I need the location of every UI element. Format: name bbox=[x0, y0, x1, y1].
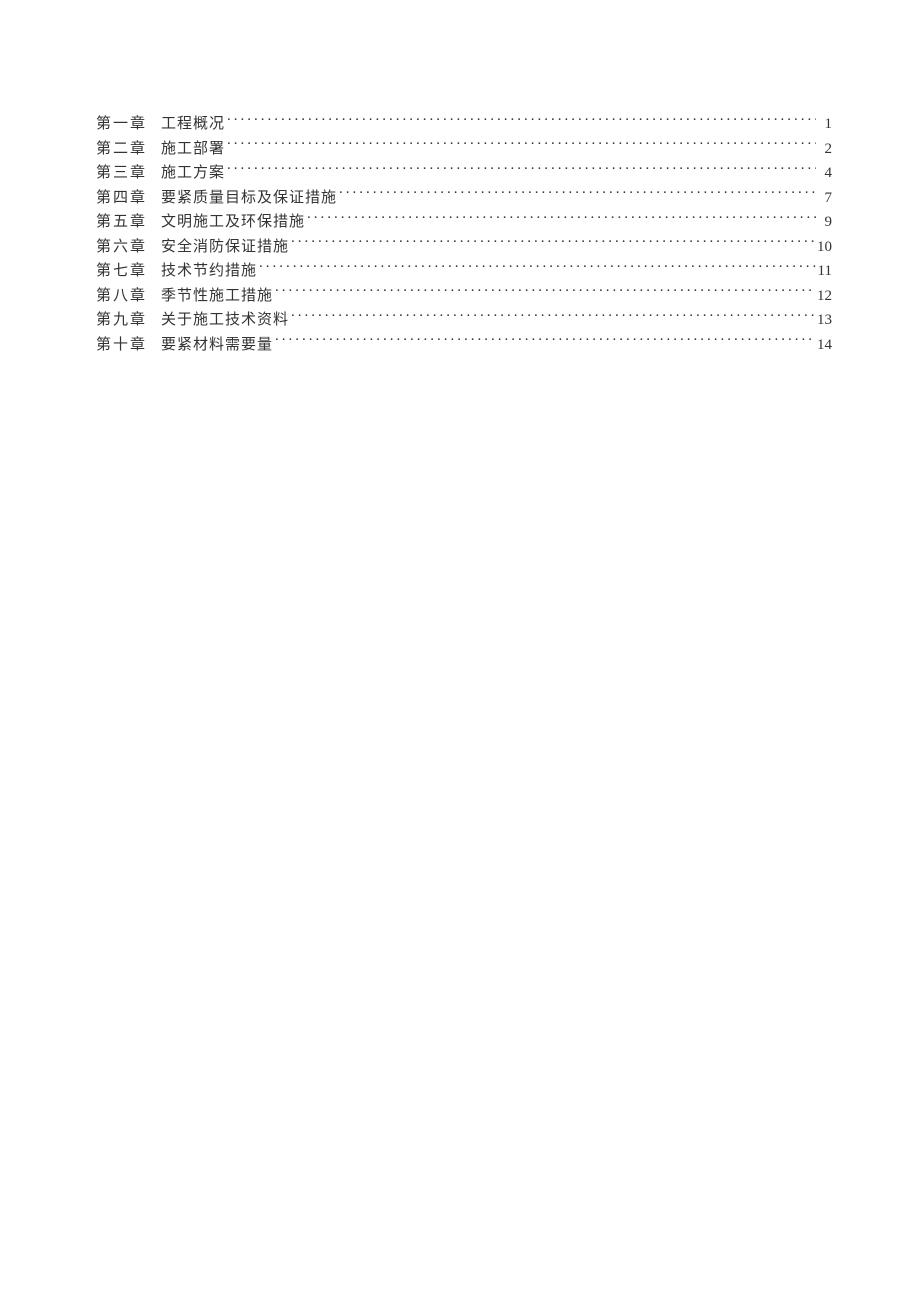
toc-title: 要紧材料需要量 bbox=[161, 333, 273, 358]
table-of-contents: 第一章 工程概况 1 第二章 施工部署 2 第三章 施工方案 4 第四章 要紧质… bbox=[96, 112, 832, 357]
toc-title: 工程概况 bbox=[161, 112, 225, 137]
toc-leader-dots bbox=[275, 285, 815, 300]
toc-page: 2 bbox=[818, 137, 832, 162]
toc-chapter: 第六章 bbox=[96, 235, 147, 260]
toc-page: 14 bbox=[817, 333, 832, 358]
toc-title: 关于施工技术资料 bbox=[161, 308, 289, 333]
toc-leader-dots bbox=[291, 236, 815, 251]
toc-leader-dots bbox=[227, 138, 816, 153]
toc-title: 文明施工及环保措施 bbox=[161, 210, 305, 235]
toc-leader-dots bbox=[259, 260, 816, 275]
toc-leader-dots bbox=[227, 162, 816, 177]
toc-entry: 第六章 安全消防保证措施 10 bbox=[96, 235, 832, 260]
toc-page: 13 bbox=[817, 308, 832, 333]
toc-chapter: 第三章 bbox=[96, 161, 147, 186]
toc-entry: 第五章 文明施工及环保措施 9 bbox=[96, 210, 832, 235]
toc-chapter: 第五章 bbox=[96, 210, 147, 235]
toc-chapter: 第二章 bbox=[96, 137, 147, 162]
toc-chapter: 第四章 bbox=[96, 186, 147, 211]
toc-chapter: 第八章 bbox=[96, 284, 147, 309]
toc-page: 12 bbox=[817, 284, 832, 309]
toc-chapter: 第九章 bbox=[96, 308, 147, 333]
toc-entry: 第九章 关于施工技术资料 13 bbox=[96, 308, 832, 333]
toc-chapter: 第一章 bbox=[96, 112, 147, 137]
toc-title: 季节性施工措施 bbox=[161, 284, 273, 309]
toc-leader-dots bbox=[275, 334, 815, 349]
toc-chapter: 第十章 bbox=[96, 333, 147, 358]
toc-entry: 第一章 工程概况 1 bbox=[96, 112, 832, 137]
toc-page: 7 bbox=[818, 186, 832, 211]
toc-page: 11 bbox=[818, 259, 832, 284]
toc-title: 施工方案 bbox=[161, 161, 225, 186]
toc-page: 4 bbox=[818, 161, 832, 186]
toc-page: 1 bbox=[818, 112, 832, 137]
toc-title: 安全消防保证措施 bbox=[161, 235, 289, 260]
toc-entry: 第三章 施工方案 4 bbox=[96, 161, 832, 186]
toc-page: 9 bbox=[818, 210, 832, 235]
toc-leader-dots bbox=[227, 113, 816, 128]
toc-entry: 第七章 技术节约措施 11 bbox=[96, 259, 832, 284]
toc-page: 10 bbox=[817, 235, 832, 260]
toc-leader-dots bbox=[307, 211, 816, 226]
toc-entry: 第十章 要紧材料需要量 14 bbox=[96, 333, 832, 358]
toc-entry: 第八章 季节性施工措施 12 bbox=[96, 284, 832, 309]
toc-entry: 第二章 施工部署 2 bbox=[96, 137, 832, 162]
toc-leader-dots bbox=[291, 309, 815, 324]
toc-title: 技术节约措施 bbox=[161, 259, 257, 284]
toc-title: 要紧质量目标及保证措施 bbox=[161, 186, 337, 211]
toc-leader-dots bbox=[339, 187, 816, 202]
toc-title: 施工部署 bbox=[161, 137, 225, 162]
toc-entry: 第四章 要紧质量目标及保证措施 7 bbox=[96, 186, 832, 211]
toc-chapter: 第七章 bbox=[96, 259, 147, 284]
